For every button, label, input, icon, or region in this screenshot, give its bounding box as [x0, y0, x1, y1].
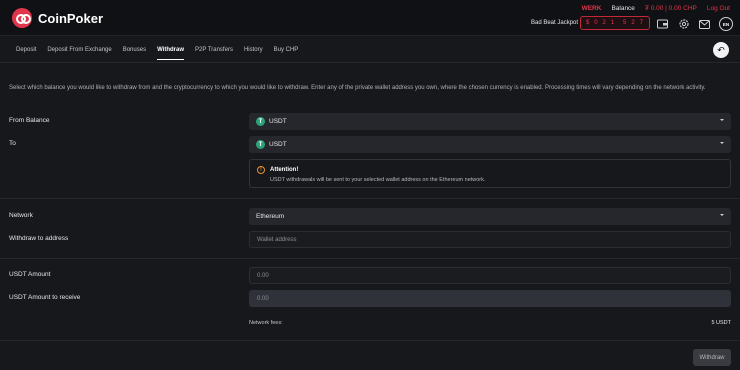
language-selector[interactable]: EN	[719, 17, 733, 31]
network-label: Network	[9, 212, 33, 219]
username[interactable]: WERK	[582, 5, 602, 12]
to-label: To	[9, 140, 16, 147]
chevron-down-icon	[720, 214, 724, 216]
back-button[interactable]: ↶	[713, 42, 729, 58]
cashier-tabs: Deposit Deposit From Exchange Bonuses Wi…	[16, 47, 298, 60]
tether-icon: T	[256, 140, 265, 149]
amount-to-receive-label: USDT Amount to receive	[9, 294, 81, 301]
section-divider	[0, 198, 740, 199]
jackpot-digit: 2	[602, 20, 607, 26]
tab-buy-chp[interactable]: Buy CHP	[274, 47, 299, 60]
withdraw-button[interactable]: Withdraw	[693, 349, 731, 366]
from-balance-value: USDT	[269, 118, 287, 125]
tab-p2p-transfers[interactable]: P2P Transfers	[195, 47, 233, 60]
jackpot-digit: 5	[623, 20, 628, 26]
network-select[interactable]: Ethereum	[249, 208, 731, 225]
section-divider	[0, 340, 740, 341]
coinpoker-logo-icon	[12, 8, 32, 28]
withdraw-instructions: Select which balance you would like to w…	[9, 85, 706, 91]
network-fees-value: 5 USDT	[711, 320, 731, 326]
network-fees-label: Network fees:	[249, 320, 283, 326]
back-arrow-icon: ↶	[717, 44, 725, 55]
usdt-amount-input[interactable]: 0.00	[249, 267, 731, 284]
brand-name: CoinPoker	[38, 10, 104, 26]
jackpot-digit: $	[585, 20, 591, 26]
mail-icon[interactable]	[698, 18, 711, 31]
from-balance-label: From Balance	[9, 117, 50, 124]
to-currency-select[interactable]: T USDT	[249, 136, 731, 153]
tab-deposit[interactable]: Deposit	[16, 47, 36, 60]
jackpot-counter: $ 0 2 1 5 2 7	[580, 16, 650, 30]
attention-notice: ! Attention! USDT withdrawals will be se…	[249, 159, 731, 188]
warning-icon: !	[257, 166, 265, 174]
gear-icon[interactable]	[677, 18, 690, 31]
balance-value: ₮ 0.00 | 0.00 CHP	[644, 5, 697, 12]
section-divider	[0, 258, 740, 259]
usdt-amount-label: USDT Amount	[9, 271, 51, 278]
logout-link[interactable]: Log Out	[707, 5, 730, 12]
from-balance-select[interactable]: T USDT	[249, 113, 731, 130]
address-label: Withdraw to address	[9, 235, 69, 242]
network-value: Ethereum	[256, 213, 285, 220]
amount-to-receive-field: 0.00	[249, 290, 731, 307]
chevron-down-icon	[720, 119, 724, 121]
notice-body: USDT withdrawals will be sent to your se…	[270, 177, 486, 183]
tab-withdraw[interactable]: Withdraw	[157, 47, 185, 60]
top-bar: CoinPoker WERK Balance ₮ 0.00 | 0.00 CHP…	[0, 0, 740, 36]
account-summary: WERK Balance ₮ 0.00 | 0.00 CHP Log Out	[582, 5, 730, 12]
tab-history[interactable]: History	[244, 47, 263, 60]
tether-icon: T	[256, 117, 265, 126]
to-currency-value: USDT	[269, 141, 287, 148]
jackpot-digit: 7	[639, 20, 644, 26]
jackpot-digit: 1	[610, 20, 616, 26]
jackpot-label: Bad Beat Jackpot	[531, 20, 579, 26]
brand-logo[interactable]: CoinPoker	[12, 8, 103, 28]
tab-deposit-from-exchange[interactable]: Deposit From Exchange	[47, 47, 111, 60]
notice-title: Attention!	[270, 167, 299, 173]
tabs-divider	[0, 62, 740, 63]
tab-bonuses[interactable]: Bonuses	[123, 47, 146, 60]
wallet-icon[interactable]	[656, 18, 669, 31]
balance-label: Balance	[611, 5, 635, 12]
jackpot-digit: 0	[594, 20, 599, 26]
wallet-address-input[interactable]: Wallet address	[249, 231, 731, 248]
header-icons: EN	[656, 17, 733, 31]
chevron-down-icon	[720, 142, 724, 144]
jackpot-digit: 2	[631, 20, 636, 26]
